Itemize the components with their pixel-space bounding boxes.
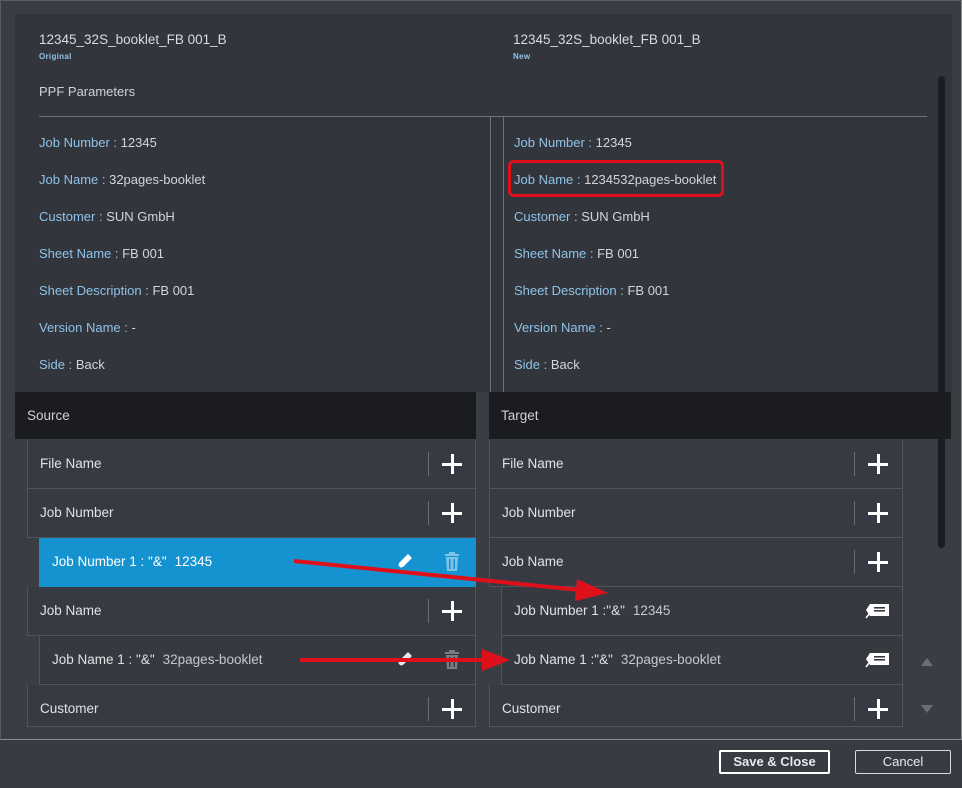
scroll-down-icon[interactable] [919,703,935,715]
source-row-label: Job Name 1 : "&" 32pages-booklet [52,652,263,667]
original-param-sheet-description: Sheet Description : FB 001 [39,283,195,298]
source-row-label: Job Number 1 : "&" 12345 [52,554,213,569]
divider [39,116,927,117]
source-row-job-number-1[interactable]: Job Number 1 : "&" 12345 [39,538,476,587]
target-row-customer[interactable]: Customer [489,685,903,727]
ppf-parameters-panel: 12345_32S_booklet_FB 001_B Original 1234… [15,14,952,406]
new-param-version-name: Version Name : - [514,320,611,335]
scroll-up-icon[interactable] [919,656,935,668]
divider [854,452,855,476]
target-row-job-name-1[interactable]: Job Name 1 :"&" 32pages-booklet [501,636,903,685]
original-param-customer: Customer : SUN GmbH [39,209,175,224]
add-icon[interactable] [868,699,888,719]
target-label: Target [501,408,539,423]
new-param-side: Side : Back [514,357,580,372]
target-row-label: Job Number 1 :"&" 12345 [514,603,671,618]
divider [428,599,429,623]
divider [428,501,429,525]
save-close-button[interactable]: Save & Close [719,750,830,774]
add-icon[interactable] [442,601,462,621]
source-row-job-number[interactable]: Job Number [27,489,476,538]
source-row-label: File Name [40,456,102,471]
original-filename: 12345_32S_booklet_FB 001_B [39,32,227,47]
target-row-label: Job Name 1 :"&" 32pages-booklet [514,652,721,667]
target-row-file-name[interactable]: File Name [489,440,903,489]
source-row-label: Customer [40,701,99,716]
divider [428,452,429,476]
add-icon[interactable] [868,552,888,572]
source-row-job-name-1[interactable]: Job Name 1 : "&" 32pages-booklet [39,636,476,685]
source-row-file-name[interactable]: File Name [27,440,476,489]
new-param-sheet-description: Sheet Description : FB 001 [514,283,670,298]
divider [854,697,855,721]
source-row-label: Job Name [40,603,102,618]
new-param-job-number: Job Number : 12345 [514,135,632,150]
original-param-job-name: Job Name : 32pages-booklet [39,172,206,187]
source-row-job-name[interactable]: Job Name [27,587,476,636]
new-tag: New [513,52,531,61]
divider [854,501,855,525]
source-row-customer[interactable]: Customer [27,685,476,727]
original-param-version-name: Version Name : - [39,320,136,335]
divider [428,697,429,721]
divider [490,116,491,406]
target-row-label: Customer [502,701,561,716]
edit-icon[interactable] [395,649,415,669]
target-header [489,392,951,439]
original-param-side: Side : Back [39,357,105,372]
trash-icon[interactable] [443,650,461,670]
add-icon[interactable] [442,454,462,474]
add-icon[interactable] [442,699,462,719]
changed-job-name-highlight [508,160,724,197]
target-row-label: Job Number [502,505,576,520]
edit-icon[interactable] [395,551,415,571]
target-row-label: Job Name [502,554,564,569]
source-row-label: Job Number [40,505,114,520]
add-icon[interactable] [868,454,888,474]
source-header [15,392,476,439]
new-param-customer: Customer : SUN GmbH [514,209,650,224]
divider [854,550,855,574]
ppf-parameters-title: PPF Parameters [39,84,136,99]
source-label: Source [27,408,70,423]
new-param-sheet-name: Sheet Name : FB 001 [514,246,640,261]
original-param-job-number: Job Number : 12345 [39,135,157,150]
target-row-job-number-1[interactable]: Job Number 1 :"&" 12345 [501,587,903,636]
tag-icon[interactable] [865,651,891,669]
new-filename: 12345_32S_booklet_FB 001_B [513,32,701,47]
target-row-job-number[interactable]: Job Number [489,489,903,538]
divider [503,116,504,406]
target-row-job-name[interactable]: Job Name [489,538,903,587]
original-tag: Original [39,52,72,61]
tag-icon[interactable] [865,602,891,620]
trash-icon[interactable] [443,552,461,572]
target-row-label: File Name [502,456,564,471]
add-icon[interactable] [442,503,462,523]
cancel-button[interactable]: Cancel [855,750,951,774]
add-icon[interactable] [868,503,888,523]
scrollbar[interactable] [938,76,945,548]
original-param-sheet-name: Sheet Name : FB 001 [39,246,165,261]
